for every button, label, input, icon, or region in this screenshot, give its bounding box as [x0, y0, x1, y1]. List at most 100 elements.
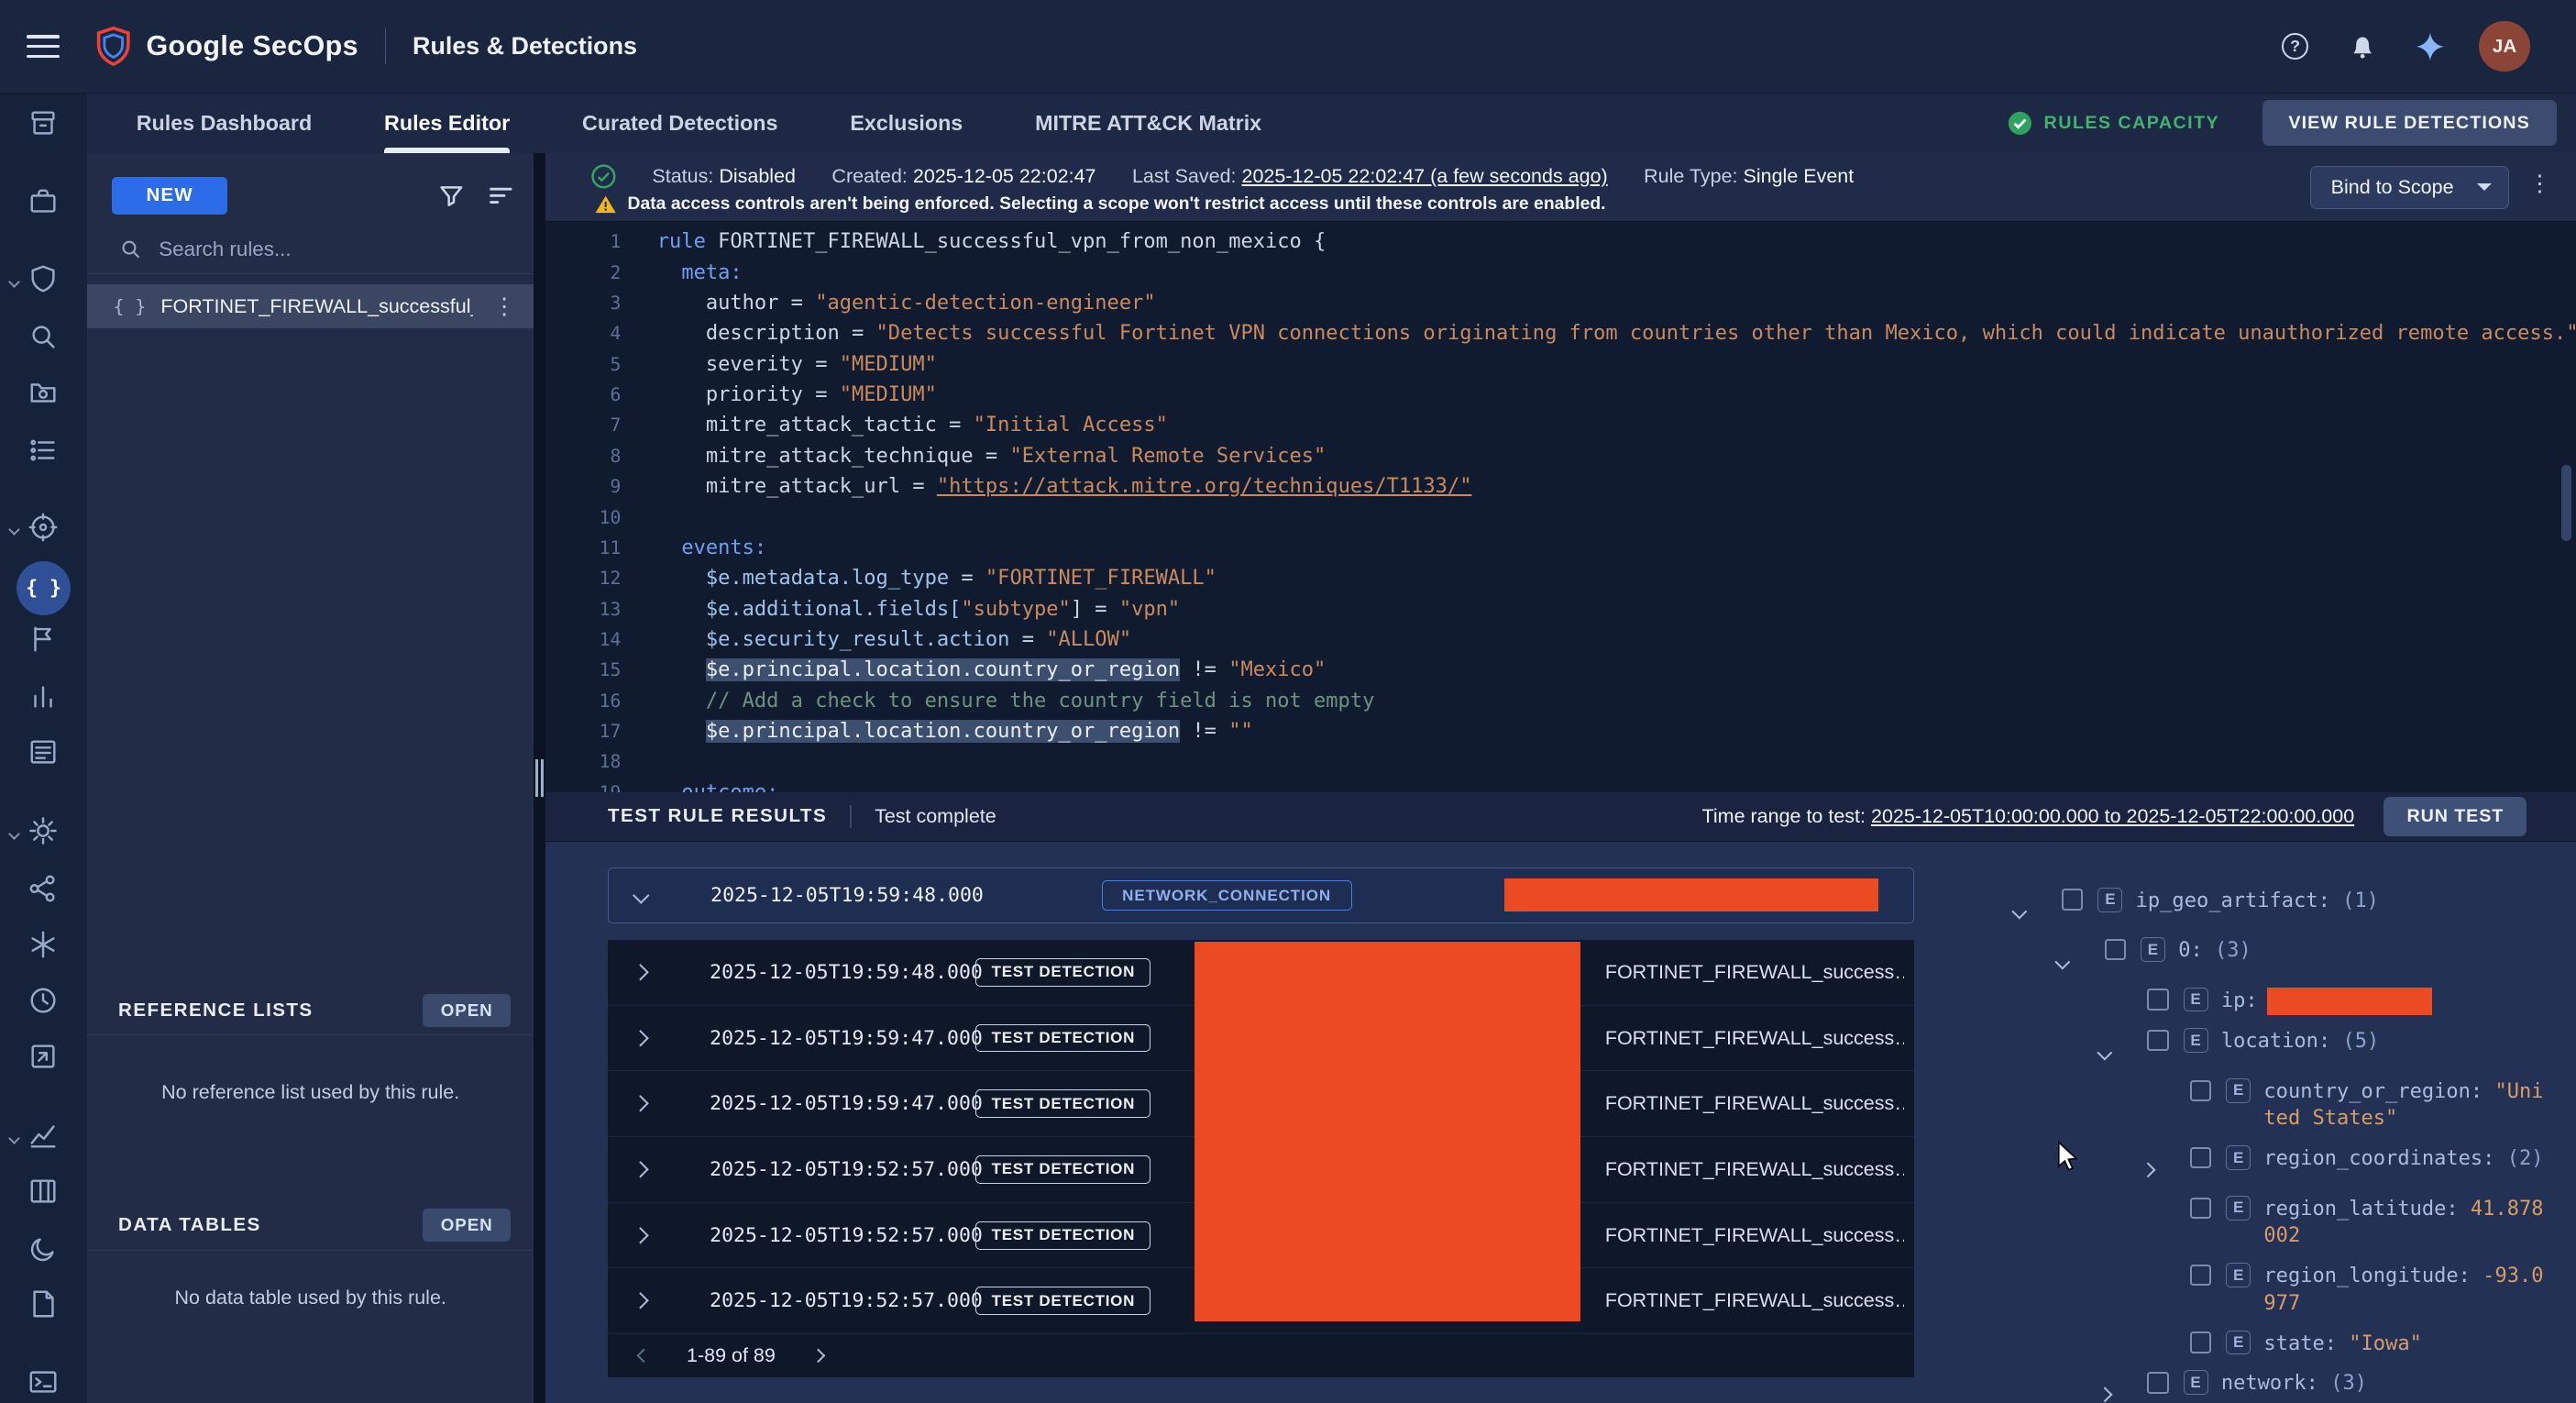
cases-rail-item[interactable]	[0, 178, 87, 234]
dashboards-rail-item[interactable]	[0, 672, 87, 728]
chevron-right-icon[interactable]	[2097, 1370, 2148, 1403]
group-chevron-icon[interactable]	[8, 828, 20, 840]
rules-list-rail-item[interactable]	[0, 425, 87, 481]
rules-capacity-link[interactable]: RULES CAPACITY	[2008, 111, 2219, 136]
analytics-rail-item[interactable]	[0, 1110, 87, 1166]
tab-rules-editor[interactable]: Rules Editor	[384, 94, 510, 153]
console-rail-item[interactable]	[0, 1357, 87, 1403]
rules-editor-rail-item[interactable]: { }	[0, 560, 87, 616]
tree-checkbox[interactable]	[2190, 1265, 2211, 1286]
chevron-right-icon[interactable]	[632, 1030, 648, 1046]
selected-event-row[interactable]: 2025-12-05T19:59:48.000 NETWORK_CONNECTI…	[608, 867, 1914, 923]
chevron-right-icon[interactable]	[632, 1227, 648, 1243]
chevron-right-icon[interactable]	[2139, 1145, 2190, 1182]
hamburger-menu-icon[interactable]	[27, 35, 60, 58]
detection-rule-name: FORTINET_FIREWALL_success…	[1605, 961, 1904, 984]
tree-row[interactable]: Estate: "Iowa"	[1939, 1323, 2550, 1364]
notifications-bell-icon[interactable]	[2344, 28, 2380, 64]
group-chevron-icon[interactable]	[8, 525, 20, 536]
tree-key: ip_geo_artifact:	[2136, 889, 2330, 912]
run-test-button[interactable]: RUN TEST	[2383, 797, 2526, 836]
search-rail-item[interactable]	[0, 312, 87, 368]
integrations-rail-item[interactable]	[0, 865, 87, 921]
tree-row[interactable]: Elocation: (5)	[1939, 1022, 2550, 1071]
tab-curated-detections[interactable]: Curated Detections	[582, 94, 777, 153]
group-chevron-icon[interactable]	[8, 1132, 20, 1144]
time-range-to-test[interactable]: Time range to test: 2025-12-05T10:00:00.…	[1702, 805, 2355, 828]
documents-rail-item[interactable]	[0, 1280, 87, 1336]
user-avatar[interactable]: JA	[2479, 21, 2530, 72]
section-title: Rules & Detections	[413, 32, 637, 61]
tree-row[interactable]: Eip_geo_artifact: (1)	[1939, 881, 2550, 931]
tree-row[interactable]: Eregion_longitude: -93.0977	[1939, 1256, 2550, 1323]
settings-rail-item[interactable]	[0, 807, 87, 863]
gemini-sparkle-icon[interactable]	[2412, 28, 2448, 64]
tree-checkbox[interactable]	[2062, 889, 2083, 910]
help-icon[interactable]: ?	[2277, 28, 2313, 64]
tree-checkbox[interactable]	[2190, 1331, 2211, 1353]
code-line: $e.security_result.action = "ALLOW"	[657, 624, 2576, 655]
detection-lists-rail-item[interactable]	[0, 728, 87, 784]
tab-exclusions[interactable]: Exclusions	[850, 94, 963, 153]
line-number: 3	[545, 288, 621, 318]
tree-checkbox[interactable]	[2105, 939, 2126, 960]
export-rail-item[interactable]	[0, 1032, 87, 1088]
chevron-right-icon[interactable]	[632, 964, 648, 980]
editor-scrollbar-thumb[interactable]	[2561, 465, 2571, 540]
storage-rail-item[interactable]	[0, 99, 87, 155]
chevron-down-icon[interactable]	[2097, 1028, 2148, 1065]
splitter-grip[interactable]	[535, 759, 544, 797]
previous-page-button[interactable]	[624, 1336, 664, 1375]
chevron-down-icon[interactable]	[2053, 937, 2105, 974]
tree-row[interactable]: Enetwork: (3)	[1939, 1364, 2550, 1403]
rules-search-input[interactable]	[156, 236, 512, 263]
tree-checkbox[interactable]	[2147, 1030, 2168, 1051]
chevron-right-icon[interactable]	[632, 1096, 648, 1112]
tree-checkbox[interactable]	[2147, 989, 2168, 1010]
rule-options-menu-icon[interactable]: ⋮	[2524, 172, 2557, 195]
data-tables-rail-item[interactable]	[0, 1166, 87, 1222]
tab-rules-dashboard[interactable]: Rules Dashboard	[137, 94, 312, 153]
dark-mode-rail-item[interactable]	[0, 1224, 87, 1280]
search-icon	[28, 321, 59, 359]
entity-badge: E	[2226, 1196, 2251, 1221]
rule-list-item-selected[interactable]: { } FORTINET_FIREWALL_successful_vp ⋮	[87, 284, 534, 328]
tree-checkbox[interactable]	[2190, 1147, 2211, 1168]
rule-item-menu-icon[interactable]: ⋮	[488, 295, 521, 318]
chevron-right-icon[interactable]	[632, 1293, 648, 1309]
tab-mitre-att-ck-matrix[interactable]: MITRE ATT&CK Matrix	[1035, 94, 1261, 153]
tree-checkbox[interactable]	[2190, 1198, 2211, 1219]
chevron-down-icon[interactable]	[2010, 888, 2062, 924]
group-chevron-icon[interactable]	[8, 276, 20, 288]
data-tables-open-button[interactable]: OPEN	[423, 1209, 511, 1242]
tree-row[interactable]: Ecountry_or_region: "United States"	[1939, 1072, 2550, 1139]
tree-row[interactable]: E0: (3)	[1939, 931, 2550, 980]
detection-type-badge: TEST DETECTION	[975, 1221, 1150, 1250]
schedule-rail-item[interactable]	[0, 976, 87, 1032]
next-page-button[interactable]	[798, 1336, 838, 1375]
code-line: mitre_attack_url = "https://attack.mitre…	[657, 471, 2576, 502]
sort-icon[interactable]	[488, 182, 514, 209]
threat-detection-rail-item[interactable]	[0, 255, 87, 311]
tree-row[interactable]: Eip:	[1939, 980, 2550, 1022]
new-rule-button[interactable]: NEW	[112, 177, 228, 215]
chevron-down-icon[interactable]	[633, 888, 649, 904]
tree-row[interactable]: Eregion_coordinates: (2)	[1939, 1139, 2550, 1188]
code-editor[interactable]: 12345678910111213141516171819 rule FORTI…	[545, 222, 2576, 792]
data-sources-rail-item[interactable]	[0, 921, 87, 977]
filter-icon[interactable]	[438, 182, 465, 209]
alerts-rail-item[interactable]	[0, 614, 87, 670]
sidebar-splitter[interactable]	[534, 153, 545, 1403]
tree-checkbox[interactable]	[2190, 1080, 2211, 1101]
reference-lists-open-button[interactable]: OPEN	[423, 994, 511, 1027]
detection-rule-name: FORTINET_FIREWALL_success…	[1605, 1224, 1904, 1247]
event-timestamp: 2025-12-05T19:59:48.000	[710, 884, 984, 907]
bind-to-scope-dropdown[interactable]: Bind to Scope	[2310, 166, 2508, 209]
detection-timestamp: 2025-12-05T19:52:57.000	[710, 1224, 983, 1247]
view-rule-detections-button[interactable]: VIEW RULE DETECTIONS	[2262, 100, 2557, 146]
tree-row[interactable]: Eregion_latitude: 41.878002	[1939, 1189, 2550, 1256]
tree-checkbox[interactable]	[2147, 1372, 2168, 1393]
chevron-right-icon[interactable]	[632, 1161, 648, 1177]
response-rail-item[interactable]	[0, 503, 87, 558]
raw-logs-search-rail-item[interactable]	[0, 368, 87, 424]
